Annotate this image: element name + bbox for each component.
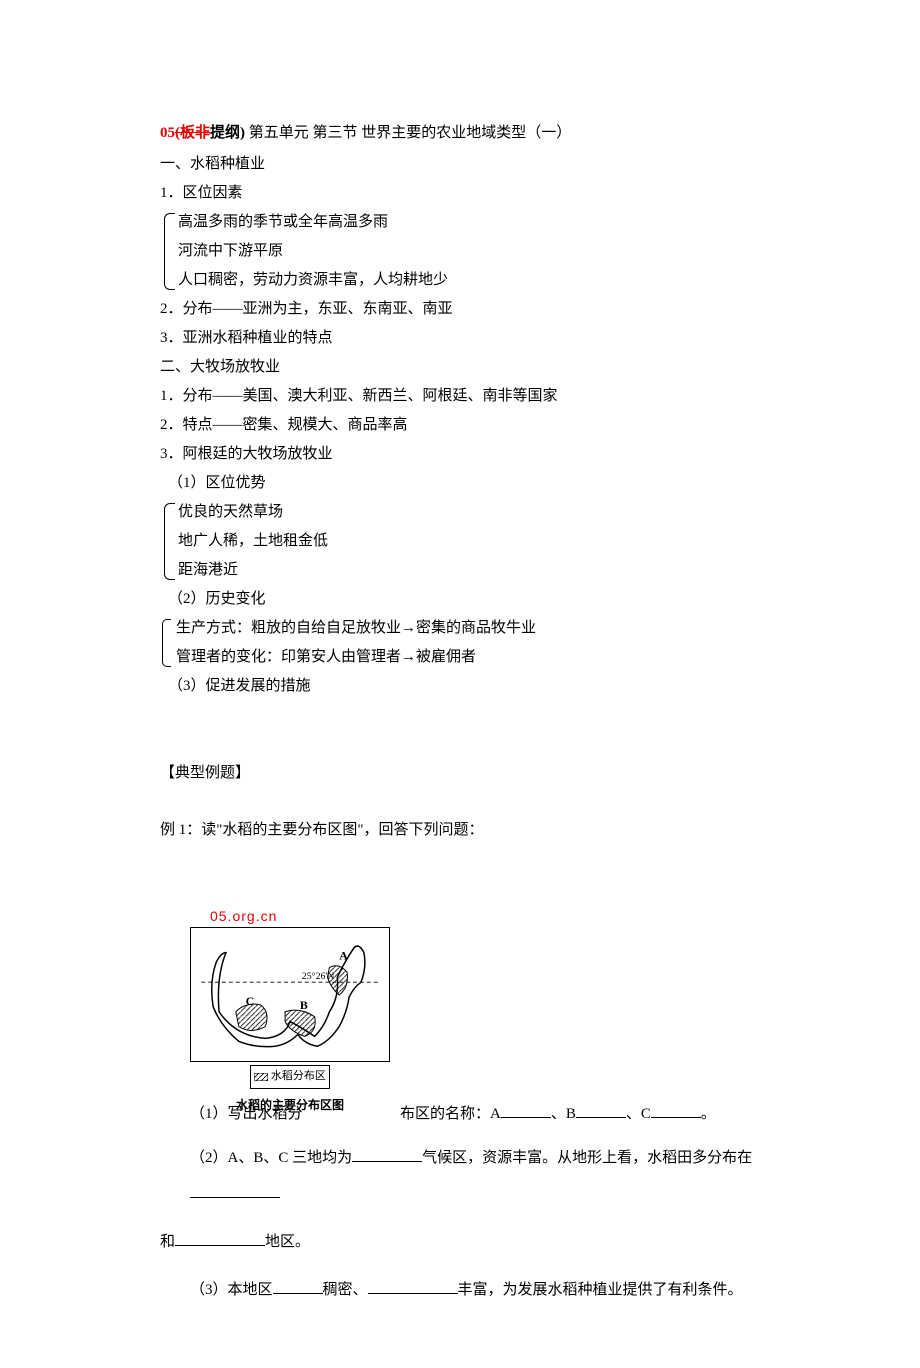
bracket-item: 生产方式：粗放的自给自足放牧业→密集的商品牧牛业 [176, 615, 780, 642]
blank-q3-2[interactable] [368, 1278, 458, 1295]
document-title: 05(板非提纲) 第五单元 第三节 世界主要的农业地域类型（一） [160, 120, 780, 147]
map-svg: 25°26'N A B C [190, 927, 390, 1062]
header-title-text: 第五单元 第三节 世界主要的农业地域类型（一） [245, 125, 571, 141]
svg-text:C: C [246, 994, 255, 1008]
q1-text-c: 、C [626, 1106, 651, 1122]
bracket-item: 高温多雨的季节或全年高温多雨 [178, 209, 780, 236]
section-1-1-bracket: 高温多雨的季节或全年高温多雨 河流中下游平原 人口稠密，劳动力资源丰富，人均耕地… [160, 209, 780, 294]
section-2-3-3: （3）促进发展的措施 [160, 673, 780, 700]
section-2-3-1-bracket: 优良的天然草场 地广人稀，土地租金低 距海港近 [160, 499, 780, 584]
svg-text:A: A [339, 949, 348, 963]
bracket-item: 管理者的变化：印第安人由管理者→被雇佣者 [176, 644, 780, 671]
section-2-3-1: （1）区位优势 [160, 470, 780, 497]
map-figure: 05.org.cn 25°26'N [190, 904, 390, 1119]
q2-line2-b: 地区。 [265, 1234, 310, 1250]
header-strike: (板非 [175, 125, 210, 141]
blank-q3-1[interactable] [273, 1278, 323, 1295]
header-bold: 提纲) [210, 125, 245, 141]
q3-text-a: （3）本地区 [190, 1282, 273, 1298]
bracket-item: 优良的天然草场 [178, 499, 780, 526]
map-legend: 水稻分布区 [250, 1065, 330, 1089]
section-2-1: 1．分布——美国、澳大利亚、新西兰、阿根廷、南非等国家 [160, 383, 780, 410]
q1-end: 。 [701, 1106, 716, 1122]
example-1-title: 例 1：读"水稻的主要分布区图"，回答下列问题： [160, 817, 780, 844]
question-1-right: 布区的名称：A 、B 、C 。 [390, 1101, 780, 1128]
map-legend-label: 水稻分布区 [271, 1070, 326, 1082]
question-1-row: 05.org.cn 25°26'N [160, 874, 780, 1128]
examples-section-label: 【典型例题】 [160, 760, 780, 787]
bracket-item: 河流中下游平原 [178, 238, 780, 265]
map-container: 05.org.cn 25°26'N [190, 904, 390, 1117]
bracket-item: 人口稠密，劳动力资源丰富，人均耕地少 [178, 267, 780, 294]
section-1-title: 一、水稻种植业 [160, 151, 780, 178]
section-2-2: 2．特点——密集、规模大、商品率高 [160, 412, 780, 439]
bracket-item: 距海港近 [178, 557, 780, 584]
section-2-title: 二、大牧场放牧业 [160, 354, 780, 381]
q1-text-b: 、B [551, 1106, 576, 1122]
blank-q2-2[interactable] [190, 1182, 280, 1199]
blank-q2-3[interactable] [175, 1230, 265, 1247]
blank-c[interactable] [651, 1102, 701, 1119]
question-2-line1: （2）A、B、C 三地均为 气候区，资源丰富。从地形上看，水稻田多分布在 [160, 1140, 780, 1212]
map-caption: 水稻的主要分布区图 [190, 1095, 390, 1117]
question-2-line2: 和 地区。 [160, 1224, 780, 1260]
section-2-3-2-bracket: 生产方式：粗放的自给自足放牧业→密集的商品牧牛业 管理者的变化：印第安人由管理者… [160, 615, 780, 671]
bracket-item: 地广人稀，土地租金低 [178, 528, 780, 555]
question-1-left: 05.org.cn 25°26'N [160, 874, 390, 1128]
map-watermark: 05.org.cn [210, 904, 390, 929]
q2-line2-a: 和 [160, 1234, 175, 1250]
svg-text:B: B [300, 998, 308, 1012]
header-prefix: 05 [160, 125, 175, 141]
q2-text-b: 气候区，资源丰富。从地形上看，水稻田多分布在 [422, 1150, 752, 1166]
question-3: （3）本地区 稠密、 丰富，为发展水稻种植业提供了有利条件。 [160, 1272, 780, 1308]
section-2-3: 3．阿根廷的大牧场放牧业 [160, 441, 780, 468]
section-2-3-2: （2）历史变化 [160, 586, 780, 613]
blank-a[interactable] [501, 1102, 551, 1119]
blank-q2-1[interactable] [352, 1146, 422, 1163]
q1-text-a: 布区的名称：A [400, 1106, 501, 1122]
section-1-3: 3．亚洲水稻种植业的特点 [160, 325, 780, 352]
section-1-2: 2．分布——亚洲为主，东亚、东南亚、南亚 [160, 296, 780, 323]
section-1-1: 1．区位因素 [160, 180, 780, 207]
q3-text-c: 丰富，为发展水稻种植业提供了有利条件。 [458, 1282, 743, 1298]
blank-b[interactable] [576, 1102, 626, 1119]
q3-text-b: 稠密、 [323, 1282, 368, 1298]
q2-text-a: （2）A、B、C 三地均为 [190, 1150, 352, 1166]
